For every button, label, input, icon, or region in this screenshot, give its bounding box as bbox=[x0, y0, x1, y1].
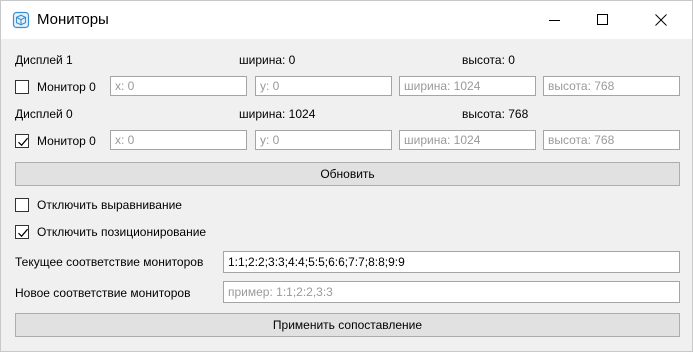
window-title: Мониторы bbox=[37, 11, 109, 28]
refresh-button[interactable]: Обновить bbox=[15, 162, 680, 186]
monitor-y-input[interactable] bbox=[255, 130, 392, 150]
current-mapping-label: Текущее соответствие мониторов bbox=[15, 255, 204, 269]
checkmark-icon bbox=[18, 228, 29, 238]
monitor-checkbox-label[interactable]: Монитор 0 bbox=[37, 134, 96, 148]
minimize-button[interactable] bbox=[532, 1, 578, 39]
monitor-x-input[interactable] bbox=[110, 76, 247, 96]
new-mapping-input[interactable] bbox=[223, 281, 680, 303]
minimize-icon bbox=[549, 20, 560, 21]
close-icon bbox=[655, 14, 667, 26]
maximize-icon bbox=[597, 14, 608, 25]
display-height-label: высота: 768 bbox=[462, 107, 529, 121]
disable-positioning-checkbox[interactable] bbox=[15, 225, 29, 239]
display-width-label: ширина: 0 bbox=[239, 53, 296, 67]
monitor-y-input[interactable] bbox=[255, 76, 392, 96]
new-mapping-label: Новое соответствие мониторов bbox=[15, 286, 191, 300]
cube-icon bbox=[12, 11, 30, 29]
apply-mapping-button[interactable]: Применить сопоставление bbox=[15, 313, 680, 337]
monitor-checkbox[interactable] bbox=[15, 80, 29, 94]
monitor-width-input[interactable] bbox=[399, 76, 536, 96]
monitor-height-input[interactable] bbox=[543, 76, 680, 96]
display-label: Дисплей 0 bbox=[15, 107, 73, 121]
monitor-checkbox[interactable] bbox=[15, 134, 29, 148]
close-button[interactable] bbox=[638, 1, 684, 39]
monitor-x-input[interactable] bbox=[110, 130, 247, 150]
monitor-height-input[interactable] bbox=[543, 130, 680, 150]
title-bar[interactable]: Мониторы bbox=[1, 1, 692, 39]
disable-alignment-checkbox[interactable] bbox=[15, 198, 29, 212]
display-label: Дисплей 1 bbox=[15, 53, 73, 67]
current-mapping-input[interactable] bbox=[223, 251, 680, 273]
disable-positioning-label[interactable]: Отключить позиционирование bbox=[37, 225, 206, 239]
monitor-width-input[interactable] bbox=[399, 130, 536, 150]
monitors-window: Мониторы Дисплей 1 ширина: 0 высота: 0 М… bbox=[0, 0, 693, 352]
display-height-label: высота: 0 bbox=[462, 53, 515, 67]
display-width-label: ширина: 1024 bbox=[239, 107, 316, 121]
checkmark-icon bbox=[18, 137, 29, 147]
maximize-button[interactable] bbox=[580, 1, 626, 39]
disable-alignment-label[interactable]: Отключить выравнивание bbox=[37, 198, 182, 212]
monitor-checkbox-label[interactable]: Монитор 0 bbox=[37, 80, 96, 94]
